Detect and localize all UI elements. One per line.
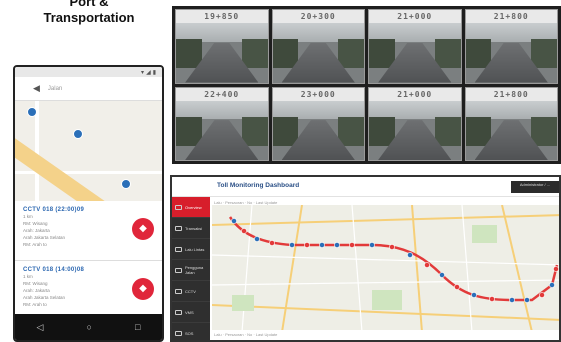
sidebar-item-label: Pengguna Jalan — [185, 265, 204, 275]
card-detail: 1 km — [23, 274, 33, 279]
list-item[interactable]: CCTV 018 (14:00)08 1 km RM: Wisang Arah:… — [15, 261, 162, 321]
sidebar-item-pengguna-jalan[interactable]: Pengguna Jalan — [172, 260, 210, 281]
back-nav-icon[interactable]: ◁ — [37, 322, 44, 333]
back-arrow-icon[interactable]: ◀ — [33, 83, 40, 94]
camera-label: 22+400 — [176, 87, 268, 101]
search-input[interactable]: Jalan — [48, 86, 62, 92]
card-detail: RM: Arah to — [23, 242, 47, 247]
camera-label: 21+000 — [369, 87, 461, 101]
sidebar-item-label: Overview — [185, 204, 202, 210]
camera-label: 21+000 — [369, 10, 461, 23]
battery-icon: ▮ — [152, 69, 156, 76]
list-item[interactable]: CCTV 018 (22:00)09 1 km RM: Wisang Arah:… — [15, 201, 162, 261]
camera-icon — [175, 288, 182, 294]
map-marker-icon[interactable] — [73, 129, 83, 139]
cctv-camera-tile[interactable]: 21+800 — [464, 9, 558, 84]
wifi-icon: ▾ — [141, 69, 145, 76]
alert-button[interactable]: ◆ — [132, 278, 154, 300]
heading-line-2: Transportation — [43, 10, 135, 25]
cctv-camera-tile[interactable]: 21+800 — [464, 86, 558, 161]
toll-dashboard-window: Toll Monitoring Dashboard Administrator … — [170, 175, 561, 342]
search-bar[interactable]: ◀ Jalan — [15, 77, 162, 101]
home-nav-icon[interactable]: ○ — [87, 322, 92, 332]
heading-line-1: Port & — [69, 0, 109, 9]
camera-label: 21+800 — [465, 10, 557, 23]
android-nav-bar: ◁ ○ □ — [15, 314, 162, 340]
sign-icon — [175, 309, 182, 315]
sidebar-item-lalu-lintas[interactable]: Lalu Lintas — [172, 239, 210, 260]
road-user-icon — [175, 267, 182, 273]
cctv-camera-tile[interactable]: 21+000 — [368, 9, 462, 84]
cctv-camera-tile[interactable]: 23+000 — [271, 86, 365, 161]
traffic-icon — [175, 246, 182, 252]
cctv-grid: 19+850 20+300 21+000 21+800 22+400 23+00… — [172, 6, 561, 164]
account-button[interactable]: Administrator / ... — [511, 181, 559, 193]
mobile-map[interactable] — [15, 101, 162, 201]
filter-bar-bottom[interactable]: Lalu · Persaoran · No · Last Update — [214, 332, 277, 337]
card-detail: 1 km — [23, 214, 33, 219]
card-detail: RM: Arah to — [23, 302, 47, 307]
sidebar-item-overview[interactable]: Overview — [172, 197, 210, 218]
status-bar: ▾ ◢ ▮ — [15, 67, 162, 77]
camera-label: 20+300 — [272, 10, 364, 23]
alert-icon: ◆ — [139, 283, 147, 294]
sos-icon — [175, 330, 182, 336]
cctv-camera-tile[interactable]: 19+850 — [175, 9, 269, 84]
recents-nav-icon[interactable]: □ — [135, 322, 140, 332]
camera-label: 23+000 — [272, 87, 364, 101]
signal-icon: ◢ — [146, 69, 151, 76]
sidebar-item-transaksi[interactable]: Transaksi — [172, 218, 210, 239]
sidebar-item-cctv[interactable]: CCTV — [172, 281, 210, 302]
page-title: Toll Monitoring Dashboard — [217, 182, 300, 189]
sidebar-item-label: SOS — [185, 330, 194, 336]
dashboard-map[interactable] — [212, 205, 559, 330]
map-marker-icon[interactable] — [121, 179, 131, 189]
dashboard-icon — [175, 204, 182, 210]
alert-button[interactable]: ◆ — [132, 218, 154, 240]
sidebar-item-label: Lalu Lintas — [185, 246, 205, 252]
cctv-camera-tile[interactable]: 22+400 — [175, 86, 269, 161]
sidebar-item-sos[interactable]: SOS — [172, 323, 210, 340]
alert-icon: ◆ — [139, 223, 147, 234]
mobile-app-screen: ▾ ◢ ▮ ◀ Jalan CCTV 018 (22:00)09 1 km RM… — [13, 65, 164, 342]
sidebar-item-label: CCTV — [185, 288, 196, 294]
collage-root: Port & Transportation 19+850 20+300 21+0… — [0, 0, 561, 342]
section-heading: Port & Transportation — [24, 0, 154, 26]
sidebar-item-vms[interactable]: VMS — [172, 302, 210, 323]
camera-label: 21+800 — [465, 87, 557, 101]
camera-label: 19+850 — [176, 10, 268, 23]
sidebar-item-label: VMS — [185, 309, 194, 315]
cctv-camera-tile[interactable]: 21+000 — [368, 86, 462, 161]
transaction-icon — [175, 225, 182, 231]
dashboard-header: Toll Monitoring Dashboard Administrator … — [172, 177, 559, 197]
sidebar: Overview Transaksi Lalu Lintas Pengguna … — [172, 197, 210, 340]
sidebar-item-label: Transaksi — [185, 225, 203, 231]
cctv-camera-tile[interactable]: 20+300 — [271, 9, 365, 84]
map-marker-icon[interactable] — [27, 107, 37, 117]
route-map-svg — [212, 205, 559, 330]
